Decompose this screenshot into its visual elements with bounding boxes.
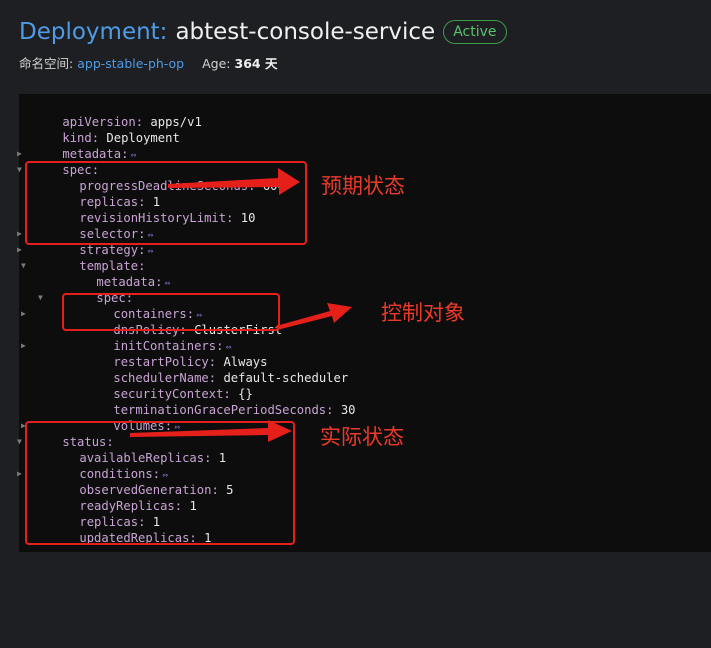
arrow-actual-state xyxy=(130,420,292,442)
annotation-arrows xyxy=(130,168,352,442)
control-object-label: 控制对象 xyxy=(381,301,465,325)
arrow-control-object xyxy=(276,303,352,330)
actual-state-label: 实际状态 xyxy=(320,425,404,449)
arrow-desired-state xyxy=(168,168,300,195)
desired-state-label: 预期状态 xyxy=(321,174,405,198)
